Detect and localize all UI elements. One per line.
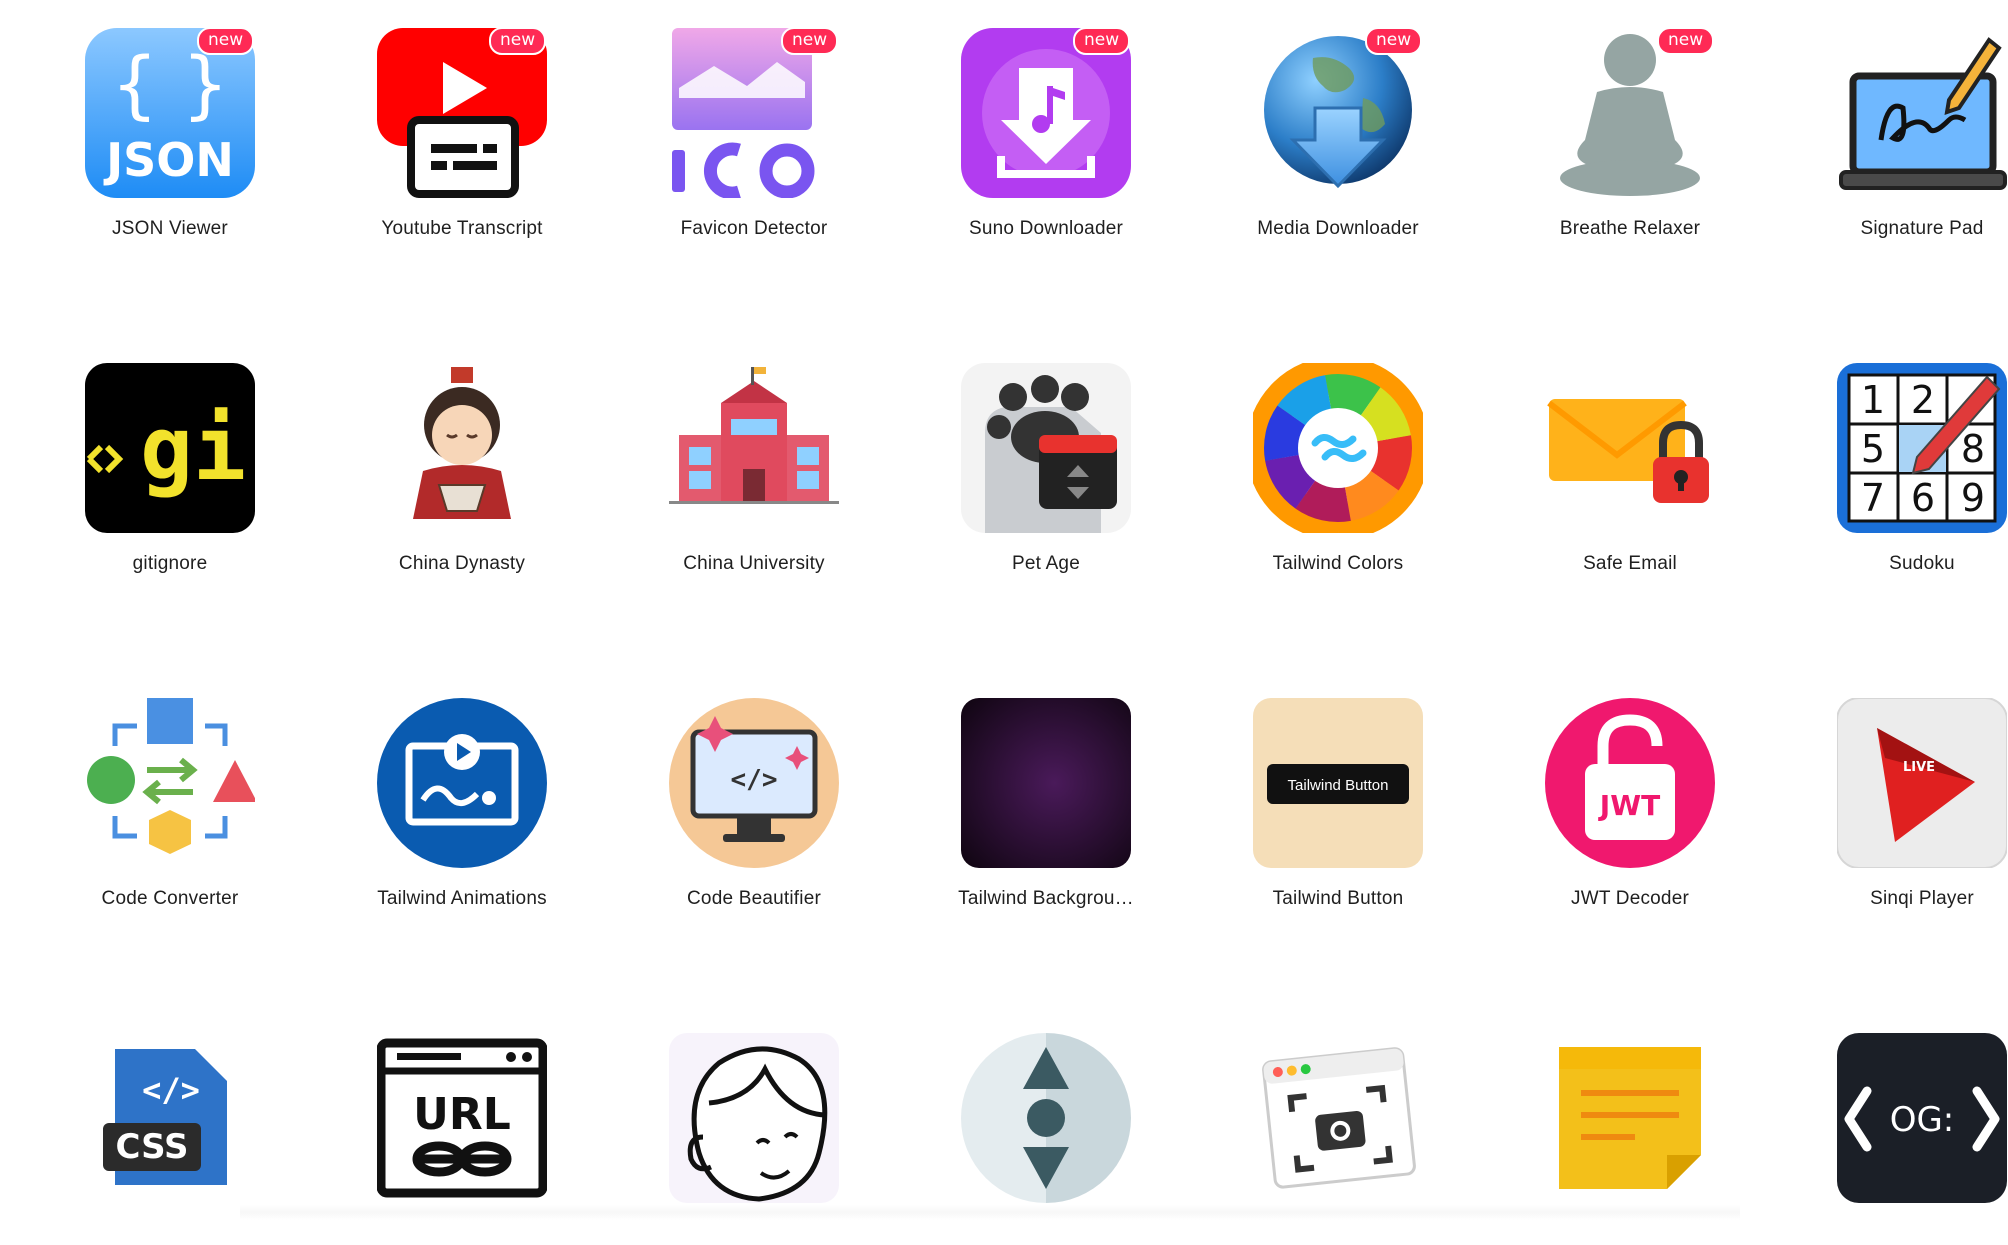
- app-label: Tailwind Colors: [1272, 553, 1404, 574]
- app-tile-suno-downloader[interactable]: new Suno Downloader: [876, 0, 1166, 240]
- app-tile-code-converter[interactable]: Code Converter: [0, 670, 290, 910]
- new-badge: new: [1365, 27, 1423, 55]
- live-play-icon: LIVE: [1837, 698, 2007, 868]
- sort-arrows-icon: [961, 1033, 1131, 1203]
- app-tile-sudoku[interactable]: 125 8 769 Sudoku: [1752, 335, 2008, 575]
- app-label: Signature Pad: [1860, 218, 1984, 239]
- app-label: Suno Downloader: [968, 218, 1124, 239]
- button-preview-icon: Tailwind Button: [1253, 698, 1423, 868]
- app-tile-media-downloader[interactable]: new Media Downloader: [1168, 0, 1458, 240]
- svg-text:CSS: CSS: [115, 1127, 188, 1167]
- svg-text:</>: </>: [142, 1071, 200, 1109]
- new-badge: new: [1657, 27, 1715, 55]
- app-label: Code Beautifier: [687, 888, 821, 909]
- app-label: JWT Decoder: [1571, 888, 1689, 909]
- svg-text:</>: </>: [731, 765, 778, 795]
- app-label: Favicon Detector: [680, 218, 828, 239]
- app-label: China University: [683, 553, 825, 574]
- emperor-icon: [377, 363, 547, 533]
- color-wheel-icon: [1253, 363, 1423, 533]
- dark-gradient-icon: [961, 698, 1131, 868]
- sticky-note-icon: [1545, 1033, 1715, 1203]
- app-tile-jwt-decoder[interactable]: JWT JWT Decoder: [1460, 670, 1750, 910]
- app-grid: { } JSON new JSON Viewer new Youtube Transc…: [0, 0, 2008, 1220]
- app-tile-signature-pad[interactable]: Signature Pad: [1752, 0, 2008, 240]
- app-label: Pet Age: [1012, 553, 1080, 574]
- svg-text:URL: URL: [413, 1089, 511, 1140]
- app-label: Code Converter: [101, 888, 239, 909]
- new-badge: new: [781, 27, 839, 55]
- app-tile-favicon-detector[interactable]: new Favicon Detector: [584, 0, 874, 240]
- app-label: Youtube Transcript: [381, 218, 543, 239]
- laptop-signature-icon: [1837, 28, 2007, 198]
- svg-text:8: 8: [1961, 427, 1985, 471]
- svg-text:9: 9: [1961, 476, 1985, 520]
- svg-text:6: 6: [1911, 476, 1935, 520]
- app-tile-tailwind-colors[interactable]: Tailwind Colors: [1168, 335, 1458, 575]
- paw-calendar-icon: [961, 363, 1131, 533]
- animation-play-icon: [377, 698, 547, 868]
- app-tile-safe-email[interactable]: Safe Email: [1460, 335, 1750, 575]
- shapes-convert-icon: [85, 698, 255, 868]
- svg-text:2: 2: [1911, 378, 1935, 422]
- svg-text:OG:: OG:: [1890, 1100, 1955, 1140]
- app-label: Tailwind Animations: [377, 888, 547, 909]
- app-label: Sinqi Player: [1870, 888, 1974, 909]
- svg-text:Tailwind Button: Tailwind Button: [1288, 777, 1389, 794]
- app-tile-tailwind-backgrou[interactable]: Tailwind Backgrou…: [876, 670, 1166, 910]
- svg-text:JWT: JWT: [1598, 789, 1660, 822]
- app-row: { } JSON new JSON Viewer new Youtube Transc…: [0, 0, 2008, 240]
- unlock-jwt-icon: JWT: [1545, 698, 1715, 868]
- app-label: Tailwind Backgrou…: [958, 888, 1134, 909]
- app-label: Safe Email: [1583, 553, 1677, 574]
- css-file-icon: </> CSS: [85, 1033, 255, 1203]
- monitor-code-icon: </>: [669, 698, 839, 868]
- new-badge: new: [489, 27, 547, 55]
- app-label: JSON Viewer: [112, 218, 228, 239]
- app-tile-breathe-relaxer[interactable]: new Breathe Relaxer: [1460, 0, 1750, 240]
- svg-text:LIVE: LIVE: [1903, 760, 1935, 775]
- app-tile-json-viewer[interactable]: { } JSON new JSON Viewer: [0, 0, 290, 240]
- app-row: gi gitignore China Dynasty China Univers…: [0, 335, 2008, 575]
- url-link-icon: URL: [377, 1033, 547, 1203]
- app-label: China Dynasty: [398, 553, 526, 574]
- scroll-fade: [240, 1205, 1740, 1220]
- app-tile-youtube-transcript[interactable]: new Youtube Transcript: [292, 0, 582, 240]
- screenshot-camera-icon: [1253, 1033, 1423, 1203]
- sudoku-grid-icon: 125 8 769: [1837, 363, 2007, 533]
- app-label: Sudoku: [1889, 553, 1955, 574]
- new-badge: new: [197, 27, 255, 55]
- app-tile-tailwind-button[interactable]: Tailwind Button Tailwind Button: [1168, 670, 1458, 910]
- gitignore-icon: gi: [85, 363, 255, 533]
- app-tile-sinqi-player[interactable]: LIVE Sinqi Player: [1752, 670, 2008, 910]
- svg-text:7: 7: [1861, 476, 1885, 520]
- svg-text:5: 5: [1861, 427, 1885, 471]
- app-label: Media Downloader: [1257, 218, 1419, 239]
- app-tile-pet-age[interactable]: Pet Age: [876, 335, 1166, 575]
- app-tile-og-tag[interactable]: OG:: [1752, 1005, 2008, 1245]
- svg-text:1: 1: [1861, 378, 1885, 422]
- app-label: Tailwind Button: [1272, 888, 1404, 909]
- app-row: Code Converter Tailwind Animations </> C…: [0, 670, 2008, 910]
- app-tile-china-dynasty[interactable]: China Dynasty: [292, 335, 582, 575]
- envelope-lock-icon: [1545, 363, 1715, 533]
- app-tile-code-beautifier[interactable]: </> Code Beautifier: [584, 670, 874, 910]
- og-tag-icon: OG:: [1837, 1033, 2007, 1203]
- app-label: Breathe Relaxer: [1559, 218, 1701, 239]
- face-sketch-icon: [669, 1033, 839, 1203]
- app-tile-gitignore[interactable]: gi gitignore: [0, 335, 290, 575]
- svg-text:gi: gi: [140, 397, 246, 500]
- svg-text:JSON: JSON: [103, 133, 234, 187]
- app-tile-china-university[interactable]: China University: [584, 335, 874, 575]
- app-tile-tailwind-animations[interactable]: Tailwind Animations: [292, 670, 582, 910]
- new-badge: new: [1073, 27, 1131, 55]
- app-label: gitignore: [132, 553, 208, 574]
- university-building-icon: [669, 363, 839, 533]
